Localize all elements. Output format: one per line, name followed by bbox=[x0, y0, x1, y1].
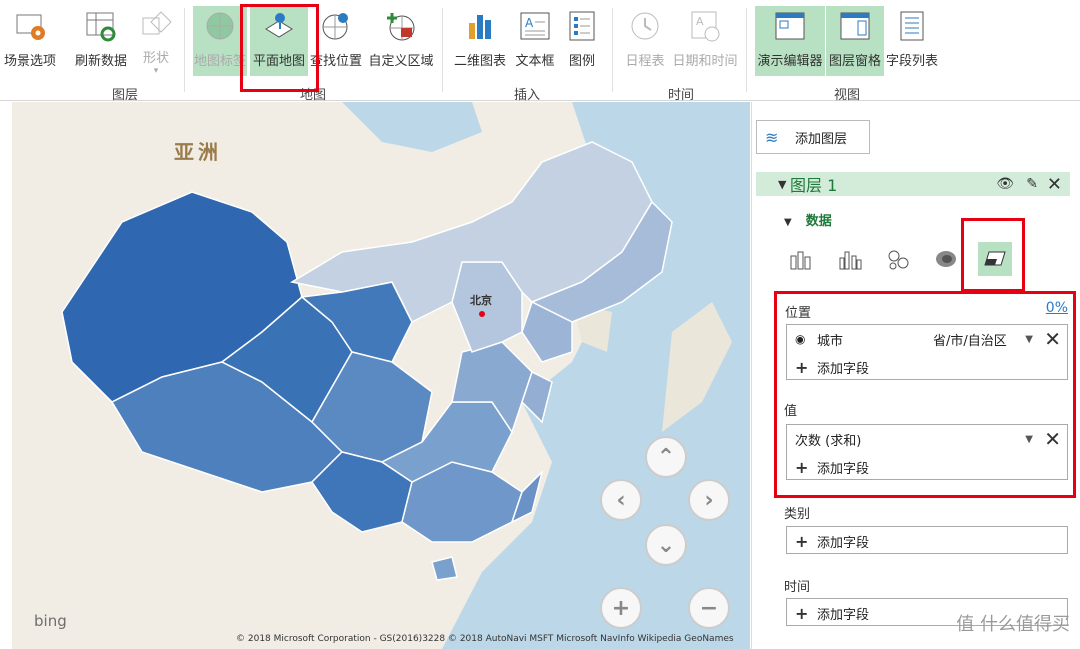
category-field-box: + 添加字段 bbox=[786, 526, 1068, 554]
add-category-field[interactable]: + 添加字段 bbox=[787, 527, 1067, 555]
group-label-time: 时间 bbox=[668, 88, 695, 103]
custom-region-label: 自定义区域 bbox=[368, 54, 434, 69]
add-layer-label: 添加图层 bbox=[795, 131, 848, 147]
timeline-label: 日程表 bbox=[625, 54, 665, 69]
legend-icon bbox=[564, 6, 600, 46]
chart-2d-label: 二维图表 bbox=[453, 54, 506, 69]
highlight-flat-map bbox=[240, 4, 319, 92]
refresh-data-icon bbox=[83, 6, 119, 46]
text-box-label: 文本框 bbox=[515, 54, 555, 69]
zoom-out-button[interactable]: − bbox=[688, 587, 730, 629]
group-label-insert: 插入 bbox=[514, 88, 541, 103]
minus-icon: − bbox=[699, 595, 719, 621]
group-separator bbox=[442, 8, 443, 92]
plus-icon: + bbox=[795, 531, 809, 551]
tour-editor-button[interactable]: 演示编辑器 bbox=[755, 6, 825, 76]
pan-right-button[interactable]: › bbox=[688, 479, 730, 521]
stacked-column-icon[interactable] bbox=[788, 248, 812, 274]
collapse-icon: ▼ bbox=[784, 217, 792, 228]
map-graphic bbox=[12, 102, 750, 649]
chevron-left-icon: ‹ bbox=[616, 487, 626, 513]
add-layer-button[interactable]: ≋ 添加图层 bbox=[756, 120, 870, 154]
map-copyright: © 2018 Microsoft Corporation - GS(2016)3… bbox=[236, 634, 734, 644]
bubble-icon[interactable] bbox=[886, 248, 910, 274]
plus-icon: + bbox=[611, 595, 631, 621]
time-section-label: 时间 bbox=[784, 580, 811, 595]
chart-2d-button[interactable]: 二维图表 bbox=[452, 6, 508, 76]
shapes-dropdown-icon: ▾ bbox=[153, 66, 159, 76]
layer-pane-label: 图层窗格 bbox=[828, 54, 881, 69]
layer-header[interactable]: ▼ 图层 1 👁 ✎ ✕ bbox=[756, 172, 1070, 196]
group-label-layer: 图层 bbox=[112, 88, 139, 103]
svg-text:A: A bbox=[696, 15, 704, 28]
add-field-label: 添加字段 bbox=[817, 535, 870, 551]
data-section-label: 数据 bbox=[805, 214, 832, 229]
find-location-icon bbox=[318, 6, 354, 46]
map-labels-button[interactable]: 地图标签 bbox=[193, 6, 247, 76]
refresh-data-label: 刷新数据 bbox=[74, 54, 127, 69]
field-list-label: 字段列表 bbox=[885, 54, 938, 69]
text-box-icon: A bbox=[517, 6, 553, 46]
legend-button[interactable]: 图例 bbox=[562, 6, 602, 76]
pan-up-button[interactable]: ⌃ bbox=[645, 436, 687, 478]
group-separator bbox=[746, 8, 747, 92]
map-capital-label: 北京 bbox=[470, 294, 492, 307]
map-labels-label: 地图标签 bbox=[193, 54, 246, 69]
refresh-data-button[interactable]: 刷新数据 bbox=[72, 6, 130, 76]
clock-icon bbox=[627, 6, 663, 46]
tour-editor-label: 演示编辑器 bbox=[757, 54, 823, 69]
date-time-icon: A bbox=[687, 6, 723, 46]
bar-chart-icon bbox=[462, 6, 498, 46]
custom-region-icon bbox=[383, 6, 419, 46]
zoom-in-button[interactable]: + bbox=[600, 587, 642, 629]
scene-options-label: 场景选项 bbox=[3, 54, 56, 69]
data-section-header[interactable]: ▼ 数据 bbox=[784, 210, 832, 229]
plus-icon: + bbox=[795, 603, 809, 623]
group-separator bbox=[612, 8, 613, 92]
bing-logo: bing bbox=[34, 612, 67, 630]
pan-left-button[interactable]: ‹ bbox=[600, 479, 642, 521]
svg-text:A: A bbox=[525, 16, 534, 30]
highlight-fields bbox=[774, 291, 1076, 498]
add-layer-icon: ≋ bbox=[765, 127, 779, 147]
group-separator bbox=[184, 8, 185, 92]
add-field-label: 添加字段 bbox=[817, 607, 870, 623]
map-canvas[interactable]: 亚洲 北京 ⌃ ‹ › ⌄ + − bing © 2018 Microsoft … bbox=[12, 102, 750, 649]
eye-icon[interactable]: 👁 bbox=[996, 176, 1014, 192]
category-section-label: 类别 bbox=[784, 507, 811, 522]
timeline-button[interactable]: 日程表 bbox=[622, 6, 668, 76]
field-list-button[interactable]: 字段列表 bbox=[884, 6, 940, 76]
field-list-icon bbox=[894, 6, 930, 46]
ribbon: 场景选项 刷新数据 形状 ▾ 地图标签 平面地图 查找位置 自定义区域 二维图表… bbox=[0, 0, 1080, 103]
heat-map-icon[interactable] bbox=[934, 248, 958, 274]
close-icon[interactable]: ✕ bbox=[1047, 174, 1062, 195]
map-labels-icon bbox=[202, 6, 238, 46]
map-region-label: 亚洲 bbox=[174, 140, 222, 164]
chevron-down-icon: ⌄ bbox=[656, 532, 676, 558]
highlight-region-map bbox=[961, 218, 1025, 292]
watermark: 值 什么值得买 bbox=[956, 614, 1070, 635]
chevron-right-icon: › bbox=[704, 487, 714, 513]
scene-options-button[interactable]: 场景选项 bbox=[2, 6, 58, 76]
group-label-view: 视图 bbox=[834, 88, 861, 103]
shapes-icon bbox=[138, 6, 174, 43]
tour-editor-icon bbox=[772, 6, 808, 46]
shapes-label: 形状 bbox=[142, 51, 169, 66]
pan-down-button[interactable]: ⌄ bbox=[645, 524, 687, 566]
layer-pane-icon bbox=[837, 6, 873, 46]
chevron-up-icon: ⌃ bbox=[656, 444, 676, 470]
date-time-label: 日期和时间 bbox=[672, 54, 738, 69]
clustered-column-icon[interactable] bbox=[838, 248, 862, 274]
text-box-button[interactable]: A 文本框 bbox=[512, 6, 558, 76]
shapes-button[interactable]: 形状 ▾ bbox=[136, 6, 176, 76]
layer-name: 图层 1 bbox=[790, 176, 838, 195]
date-time-button[interactable]: A 日期和时间 bbox=[672, 6, 738, 76]
scene-options-icon bbox=[12, 6, 48, 46]
layer-pane-button[interactable]: 图层窗格 bbox=[826, 6, 884, 76]
custom-region-button[interactable]: 自定义区域 bbox=[366, 6, 436, 76]
legend-label: 图例 bbox=[568, 54, 595, 69]
pencil-icon[interactable]: ✎ bbox=[1026, 176, 1038, 192]
collapse-icon[interactable]: ▼ bbox=[756, 178, 790, 191]
